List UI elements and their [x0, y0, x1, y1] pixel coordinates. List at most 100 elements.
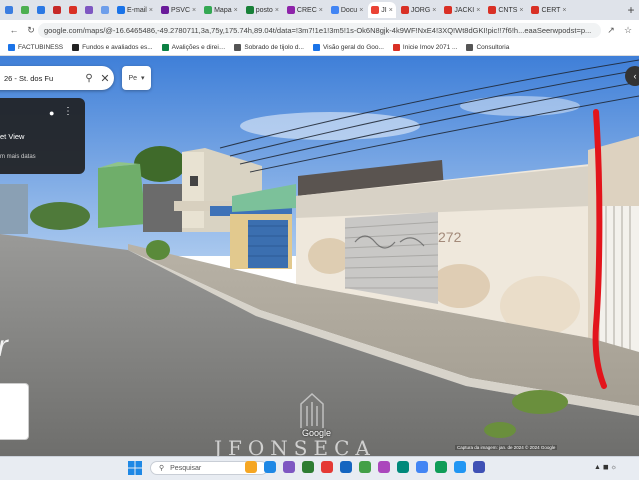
taskbar-app-icon[interactable]	[340, 461, 352, 473]
tab-favicon-icon	[400, 6, 409, 14]
share-circle-icon[interactable]: ‹	[625, 66, 639, 86]
tab-label: PSVC	[170, 6, 190, 14]
tab-favicon-icon	[37, 6, 45, 14]
tab-favicon-icon	[5, 6, 13, 14]
tab-label: CERT	[541, 6, 561, 14]
tab-favicon-icon	[371, 6, 380, 14]
url-text: google.com/maps/@-16.6465486,-49.2780711…	[44, 25, 592, 35]
taskbar-app-icon[interactable]	[435, 461, 447, 473]
bookmark-favicon-icon	[72, 44, 80, 51]
search-icon: ⚲	[159, 465, 165, 472]
browser-tab[interactable]: CERT ×	[528, 2, 569, 18]
tab-label: posto	[255, 6, 273, 14]
more-dates-link[interactable]: m mais datas	[0, 154, 36, 160]
maps-search-box[interactable]: 26 - St. dos Fu ⚲ ✕	[0, 66, 114, 90]
browser-tab[interactable]: JORG ×	[398, 2, 440, 18]
close-icon[interactable]: ✕	[96, 72, 114, 85]
tab-label: JI	[381, 6, 387, 14]
taskbar-app-icon[interactable]	[264, 461, 276, 473]
bookmark-item[interactable]: Inicie Imov 2071 ...	[392, 44, 458, 51]
house-number: 272	[438, 229, 462, 245]
close-tab-icon[interactable]: ×	[149, 7, 153, 14]
bookmark-item[interactable]: Sobrado de tijolo d...	[234, 44, 304, 51]
browser-tab[interactable]: PSVC ×	[158, 2, 199, 18]
browser-tab[interactable]: Docu ×	[328, 2, 366, 18]
bookmark-item[interactable]: Visão geral do Goo...	[312, 44, 384, 51]
tab-favicon-icon	[204, 6, 213, 14]
bookmark-item[interactable]: Fundos e avaliados es...	[72, 44, 153, 51]
browser-tab[interactable]: JI ×	[368, 2, 396, 18]
close-tab-icon[interactable]: ×	[192, 7, 196, 14]
close-tab-icon[interactable]: ×	[432, 7, 436, 14]
bookmark-item[interactable]: FACTUBINESS	[8, 44, 63, 51]
bookmark-label: Inicie Imov 2071 ...	[402, 44, 458, 51]
tab-favicon-icon	[101, 6, 109, 14]
browser-tab[interactable]	[66, 2, 80, 18]
tab-label: JORG	[410, 6, 431, 14]
reload-icon[interactable]: ↻	[24, 23, 38, 37]
address-row: ← ↻ google.com/maps/@-16.6465486,-49.278…	[0, 20, 639, 40]
browser-tab[interactable]	[18, 2, 32, 18]
bookmark-item[interactable]: Avalições e direi…	[161, 44, 225, 51]
close-tab-icon[interactable]: ×	[562, 7, 566, 14]
close-tab-icon[interactable]: ×	[275, 7, 279, 14]
tab-favicon-icon	[245, 6, 254, 14]
bookmark-star-icon[interactable]: ☆	[621, 23, 635, 37]
tab-favicon-icon	[488, 6, 497, 14]
browser-tab[interactable]	[2, 2, 16, 18]
close-tab-icon[interactable]: ×	[519, 7, 523, 14]
browser-tab[interactable]	[98, 2, 112, 18]
back-icon[interactable]: ←	[7, 23, 21, 37]
close-tab-icon[interactable]: ×	[476, 7, 480, 14]
address-bar[interactable]: google.com/maps/@-16.6465486,-49.2780711…	[38, 22, 601, 38]
browser-tab[interactable]	[50, 2, 64, 18]
browser-tab[interactable]: CREC ×	[284, 2, 326, 18]
tab-favicon-icon	[444, 6, 453, 14]
close-tab-icon[interactable]: ×	[234, 7, 238, 14]
browser-tab[interactable]	[82, 2, 96, 18]
search-icon[interactable]: ⚲	[82, 73, 96, 84]
location-pin-icon[interactable]: ●	[49, 108, 54, 118]
browser-tab[interactable]: CNTS ×	[485, 2, 526, 18]
bookmark-favicon-icon	[8, 44, 15, 51]
tab-favicon-icon	[330, 6, 339, 14]
taskbar-app-icon[interactable]	[473, 461, 485, 473]
browser-tab[interactable]: E-mail ×	[114, 2, 156, 18]
close-tab-icon[interactable]: ×	[359, 7, 363, 14]
system-tray[interactable]: ▲ ◼ ☼	[594, 463, 617, 471]
tab-favicon-icon	[286, 6, 295, 14]
close-tab-icon[interactable]: ×	[389, 7, 393, 14]
browser-tab[interactable]	[34, 2, 48, 18]
search-input[interactable]: 26 - St. dos Fu	[4, 74, 82, 83]
browser-tab[interactable]: posto ×	[243, 2, 282, 18]
tab-label: CREC	[296, 6, 317, 14]
layer-dropdown[interactable]: Pe ▾	[122, 66, 151, 90]
share-icon[interactable]: ↗	[604, 23, 618, 37]
browser-tab[interactable]: Mapa ×	[201, 2, 241, 18]
taskbar-app-icon[interactable]	[302, 461, 314, 473]
taskbar-app-icon[interactable]	[321, 461, 333, 473]
bookmarks-bar: FACTUBINESS Fundos e avaliados es... Avali…	[0, 40, 639, 56]
bookmark-favicon-icon	[161, 44, 169, 51]
more-options-icon[interactable]: ⋮	[63, 106, 73, 117]
taskbar-app-icon[interactable]	[245, 461, 257, 473]
taskbar-app-icon[interactable]	[397, 461, 409, 473]
bookmark-item[interactable]: Consultoria	[466, 44, 509, 51]
taskbar-app-icon[interactable]	[416, 461, 428, 473]
new-tab-button[interactable]: +	[623, 2, 639, 18]
bookmark-favicon-icon	[312, 44, 320, 51]
taskbar-app-icon[interactable]	[359, 461, 371, 473]
browser-tab[interactable]: JACKI ×	[441, 2, 483, 18]
street-view-info-panel: ● ⋮ et View m mais datas	[0, 98, 85, 174]
close-tab-icon[interactable]: ×	[319, 7, 323, 14]
taskbar-app-icon[interactable]	[283, 461, 295, 473]
street-view-image[interactable]: 272 17 Rr	[0, 56, 639, 456]
taskbar-search-placeholder: Pesquisar	[170, 464, 202, 472]
windows-start-icon[interactable]	[128, 461, 142, 475]
bookmark-label: Sobrado de tijolo d...	[244, 44, 304, 51]
tab-favicon-icon	[53, 6, 61, 14]
taskbar-app-icon[interactable]	[378, 461, 390, 473]
tab-label: CNTS	[498, 6, 518, 14]
taskbar-app-icon[interactable]	[454, 461, 466, 473]
minimap[interactable]	[0, 383, 29, 440]
